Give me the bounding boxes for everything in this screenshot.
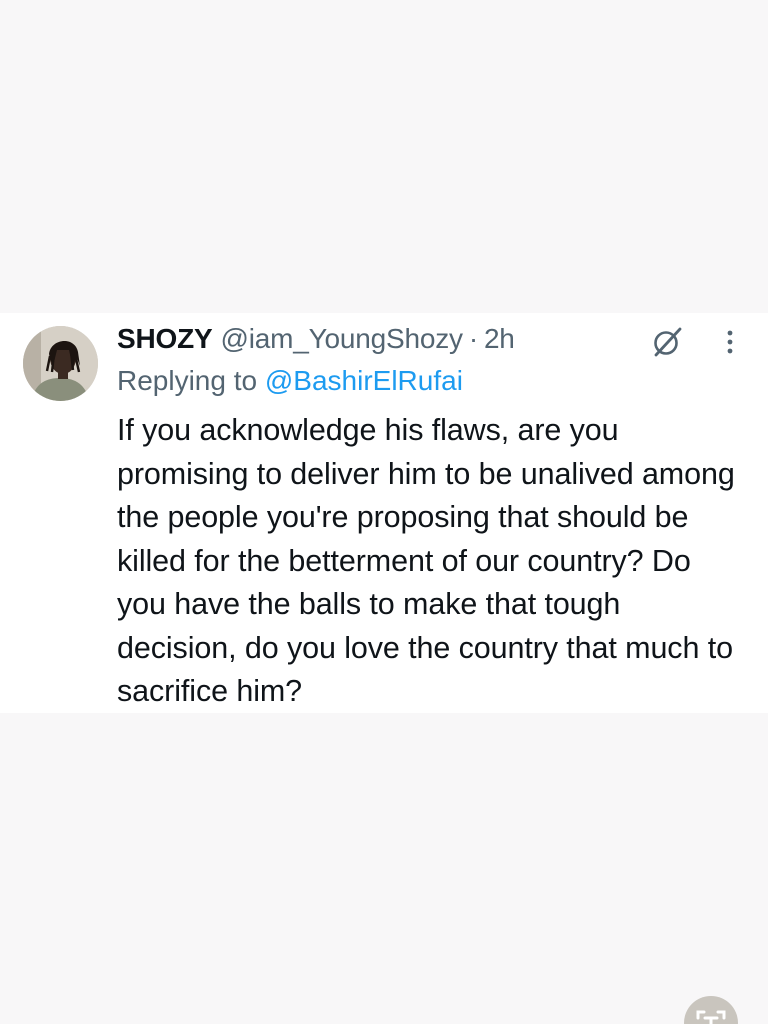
- user-handle[interactable]: @iam_YoungShozy: [220, 323, 463, 355]
- more-vertical-icon[interactable]: [718, 327, 742, 357]
- text-recognition-icon: [696, 1010, 726, 1024]
- tweet-header: SHOZY @iam_YoungShozy · 2h: [117, 321, 515, 357]
- tweet-card[interactable]: SHOZY @iam_YoungShozy · 2h Replying to @…: [0, 313, 768, 713]
- separator-dot: ·: [468, 323, 478, 354]
- text-recognition-button[interactable]: [684, 996, 738, 1024]
- reply-prefix: Replying to: [117, 365, 258, 396]
- display-name[interactable]: SHOZY: [117, 323, 213, 355]
- timestamp[interactable]: 2h: [484, 323, 515, 355]
- screenshot-page: SHOZY @iam_YoungShozy · 2h Replying to @…: [0, 0, 768, 1024]
- grok-icon[interactable]: [650, 325, 684, 359]
- tweet-body: If you acknowledge his flaws, are you pr…: [117, 413, 735, 708]
- avatar[interactable]: [23, 326, 98, 401]
- reply-mention-link[interactable]: @BashirElRufai: [265, 365, 463, 396]
- avatar-photo-icon: [23, 326, 98, 401]
- replying-to-line: Replying to @BashirElRufai: [117, 365, 463, 397]
